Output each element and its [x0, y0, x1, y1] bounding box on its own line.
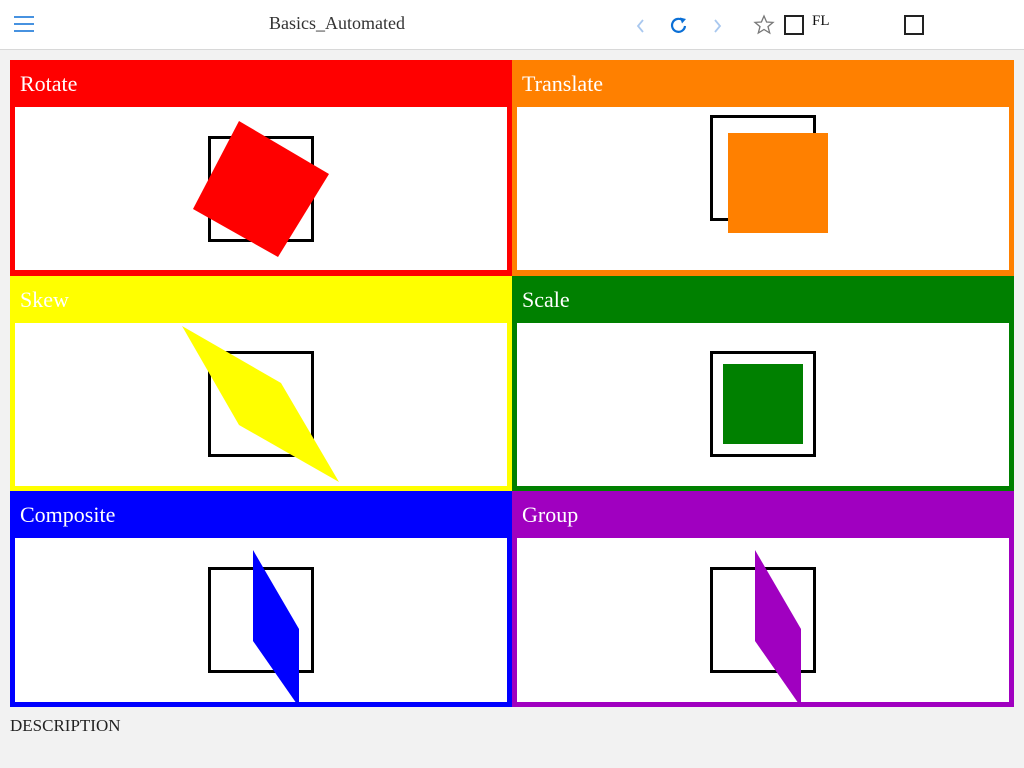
- panel-rotate-title: Rotate: [20, 71, 78, 96]
- panel-composite-canvas: [15, 538, 507, 707]
- group-shape: [755, 550, 801, 707]
- toolbar: Basics_Automated FL: [0, 0, 1024, 50]
- chevron-right-icon[interactable]: [707, 14, 729, 36]
- translated-square: [728, 133, 828, 233]
- panel-skew-title: Skew: [20, 287, 69, 312]
- panel-group-title: Group: [522, 502, 579, 527]
- hamburger-icon[interactable]: [12, 14, 36, 34]
- panel-translate: Translate: [512, 60, 1014, 276]
- description-label: DESCRIPTION: [10, 716, 121, 735]
- panel-skew-canvas: [15, 323, 507, 486]
- panel-scale-canvas: [517, 323, 1009, 486]
- skewed-square: [182, 326, 339, 482]
- panel-rotate-canvas: [15, 107, 507, 270]
- composite-shape: [253, 550, 299, 707]
- star-icon[interactable]: [753, 14, 775, 36]
- panel-translate-canvas: [517, 107, 1009, 270]
- panel-scale-title: Scale: [522, 287, 570, 312]
- panel-composite-title: Composite: [20, 502, 116, 527]
- transform-grid: Rotate Translate Skew Scale Composite Gr…: [10, 60, 1014, 707]
- panel-scale: Scale: [512, 276, 1014, 491]
- rotated-square: [193, 121, 329, 257]
- chevron-left-icon[interactable]: [629, 14, 651, 36]
- panel-skew: Skew: [10, 276, 512, 491]
- fl-checkbox[interactable]: [784, 15, 804, 35]
- scaled-square: [723, 364, 803, 444]
- panel-group: Group: [512, 491, 1014, 707]
- panel-group-canvas: [517, 538, 1009, 707]
- checkbox[interactable]: [904, 15, 924, 35]
- panel-composite: Composite: [10, 491, 512, 707]
- fl-checkbox-label: FL: [812, 13, 830, 29]
- panel-translate-title: Translate: [522, 71, 604, 96]
- panel-rotate: Rotate: [10, 60, 512, 276]
- reload-icon[interactable]: [668, 14, 690, 36]
- page-title: Basics_Automated: [269, 13, 405, 33]
